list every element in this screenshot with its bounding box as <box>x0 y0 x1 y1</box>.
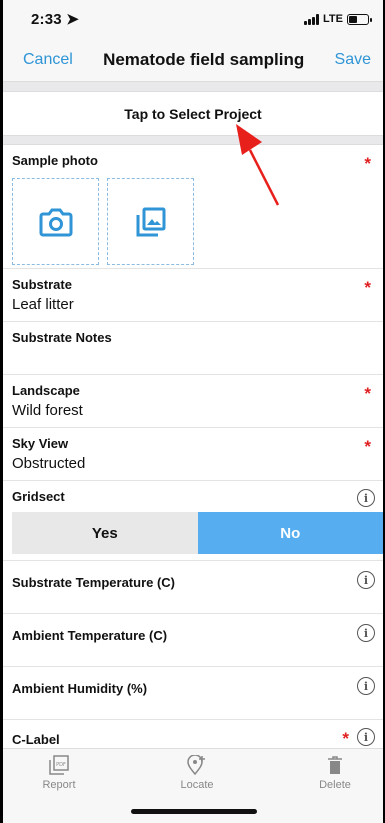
report-button[interactable]: PDF Report <box>29 755 89 823</box>
ambient-temperature-label: Ambient Temperature (C) <box>12 628 168 643</box>
choose-from-gallery-button[interactable] <box>107 178 194 265</box>
take-photo-button[interactable] <box>12 178 99 265</box>
info-icon[interactable]: i <box>357 624 375 642</box>
sky-view-value: Obstructed <box>12 455 86 472</box>
page-title: Nematode field sampling <box>103 49 305 69</box>
delete-label: Delete <box>319 779 351 791</box>
ambient-humidity-field[interactable]: Ambient Humidity (%) i <box>3 667 383 720</box>
info-icon[interactable]: i <box>357 677 375 695</box>
gridsect-field: Gridsect i Yes No <box>3 481 383 561</box>
status-indicators: LTE <box>304 13 372 25</box>
substrate-temperature-label: Substrate Temperature (C) <box>12 575 176 590</box>
sample-photo-label: Sample photo <box>12 153 98 168</box>
home-indicator <box>131 809 257 814</box>
network-label: LTE <box>323 13 343 25</box>
ambient-temperature-field[interactable]: Ambient Temperature (C) i <box>3 614 383 667</box>
battery-icon <box>347 13 372 25</box>
substrate-notes-label: Substrate Notes <box>12 330 112 345</box>
gridsect-toggle: Yes No <box>12 512 383 554</box>
signal-icon <box>304 13 320 25</box>
select-project-button[interactable]: Tap to Select Project <box>3 92 383 136</box>
gallery-icon <box>136 207 165 236</box>
substrate-value: Leaf litter <box>12 296 74 313</box>
required-marker: * <box>364 384 371 403</box>
status-bar: 2:33 ➤ LTE <box>3 0 383 38</box>
report-label: Report <box>42 779 76 791</box>
info-icon[interactable]: i <box>357 571 375 589</box>
sample-photo-field: Sample photo * <box>3 145 383 269</box>
app-screen: 2:33 ➤ LTE Cancel Nematode field samplin… <box>3 0 383 823</box>
pdf-report-icon: PDF <box>49 755 69 775</box>
trash-icon <box>328 756 342 774</box>
navigation-bar: Cancel Nematode field sampling Save <box>3 38 383 82</box>
sky-view-label: Sky View <box>12 436 69 451</box>
required-marker: * <box>364 278 371 297</box>
landscape-field[interactable]: Landscape Wild forest * <box>3 375 383 428</box>
landscape-value: Wild forest <box>12 402 83 419</box>
section-spacer <box>3 136 383 145</box>
gridsect-no-button[interactable]: No <box>197 512 383 554</box>
substrate-temperature-field[interactable]: Substrate Temperature (C) i <box>3 561 383 614</box>
camera-icon <box>39 208 72 236</box>
status-time: 2:33 ➤ <box>31 11 79 28</box>
substrate-notes-field[interactable]: Substrate Notes <box>3 322 383 375</box>
substrate-label: Substrate <box>12 277 72 292</box>
svg-text:PDF: PDF <box>56 762 66 768</box>
ambient-humidity-label: Ambient Humidity (%) <box>12 681 148 696</box>
delete-button[interactable]: Delete <box>305 755 365 823</box>
info-icon[interactable]: i <box>357 728 375 746</box>
c-label-label: C-Label <box>12 732 60 747</box>
top-spacer <box>3 82 383 92</box>
cancel-button[interactable]: Cancel <box>23 51 73 69</box>
form-content: Tap to Select Project Sample photo * Sub… <box>3 82 383 760</box>
required-marker: * <box>364 437 371 456</box>
required-marker: * <box>342 729 349 748</box>
substrate-field[interactable]: Substrate Leaf litter * <box>3 269 383 322</box>
save-button[interactable]: Save <box>335 51 371 69</box>
gridsect-yes-button[interactable]: Yes <box>12 512 198 554</box>
landscape-label: Landscape <box>12 383 80 398</box>
required-marker: * <box>364 154 371 173</box>
info-icon[interactable]: i <box>357 489 375 507</box>
gridsect-label: Gridsect <box>12 489 65 504</box>
sky-view-field[interactable]: Sky View Obstructed * <box>3 428 383 481</box>
location-pin-add-icon <box>187 755 205 775</box>
locate-label: Locate <box>180 779 214 791</box>
